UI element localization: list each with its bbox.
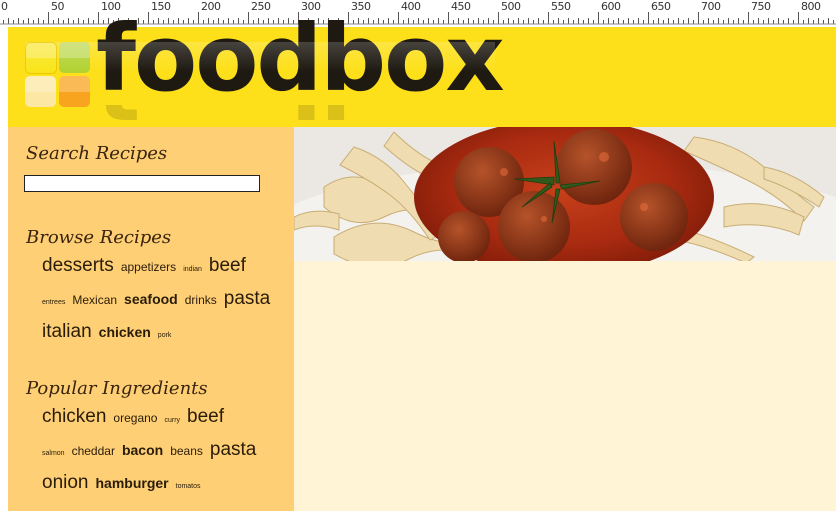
ingredient-tag-cheddar[interactable]: cheddar [72,444,115,458]
browse-tag-drinks[interactable]: drinks [185,293,217,307]
ingredient-tag-chicken[interactable]: chicken [42,406,106,428]
spaghetti-meatballs-image [294,127,836,261]
site-header: foodbox foodbox [8,13,836,127]
tag-cloud-line: salmon cheddar bacon beans pasta [42,439,282,472]
ruler-label: 0 [1,0,8,13]
ruler-label: 700 [701,0,721,13]
browse-tag-chicken[interactable]: chicken [99,324,151,340]
browse-tag-pasta[interactable]: pasta [224,288,270,310]
tag-cloud-line: italian chicken pork [42,321,282,354]
ruler-label: 600 [601,0,621,13]
logo-reflection: foodbox [96,105,516,127]
browse-tag-entrees[interactable]: entrees [42,299,65,306]
ingredient-tag-onion[interactable]: onion [42,472,89,494]
tag-cloud-line: entrees Mexican seafood drinks pasta [42,288,282,321]
logo-icon[interactable] [25,42,91,108]
browse-tag-indian[interactable]: indian [183,266,202,273]
ingredient-tag-beans[interactable]: beans [170,444,203,458]
tag-cloud-line: onion hamburger tomatos [42,472,282,505]
ingredient-tag-curry[interactable]: curry [164,417,180,424]
main-content [294,261,836,511]
logo-text[interactable]: foodbox [96,13,505,105]
logo-tile [25,42,57,74]
logo-tile [59,76,90,107]
ingredient-tag-salmon[interactable]: salmon [42,450,65,457]
ingredient-tag-oregano[interactable]: oregano [113,411,157,425]
ingredient-tag-hamburger[interactable]: hamburger [96,475,169,491]
sidebar: Search Recipes Browse Recipes desserts ap… [8,127,294,511]
search-input[interactable] [24,175,260,192]
hero-food-image [294,127,836,261]
ruler-label: 500 [501,0,521,13]
ingredient-tag-pasta[interactable]: pasta [210,439,256,461]
search-recipes-heading: Search Recipes [26,143,168,164]
browse-tag-cloud: desserts appetizers indian beef entrees Mexic… [42,255,282,354]
ingredient-tag-bacon[interactable]: bacon [122,442,163,458]
tag-cloud-line: chicken oregano curry beef [42,406,282,439]
browse-tag-desserts[interactable]: desserts [42,255,114,277]
ruler-label: 800 [801,0,821,13]
browse-tag-seafood[interactable]: seafood [124,291,178,307]
browse-tag-mexican[interactable]: Mexican [72,293,117,307]
popular-ingredients-heading: Popular Ingredients [26,378,208,399]
browse-tag-italian[interactable]: italian [42,321,92,343]
tag-cloud-line: desserts appetizers indian beef [42,255,282,288]
logo-tile [59,42,90,73]
ingredient-tag-beef[interactable]: beef [187,406,224,428]
ruler-label: 750 [751,0,771,13]
ruler-label: 650 [651,0,671,13]
browse-tag-beef[interactable]: beef [209,255,246,277]
browse-tag-appetizers[interactable]: appetizers [121,260,176,274]
browse-tag-pork[interactable]: pork [158,332,172,339]
ingredient-tag-tomatos[interactable]: tomatos [176,483,201,490]
ruler-label: 550 [551,0,571,13]
ingredients-tag-cloud: chicken oregano curry beef salmon cheddar baco… [42,406,282,505]
logo-tile [25,76,56,107]
browse-recipes-heading: Browse Recipes [26,227,172,248]
ruler-label: 50 [51,0,65,13]
